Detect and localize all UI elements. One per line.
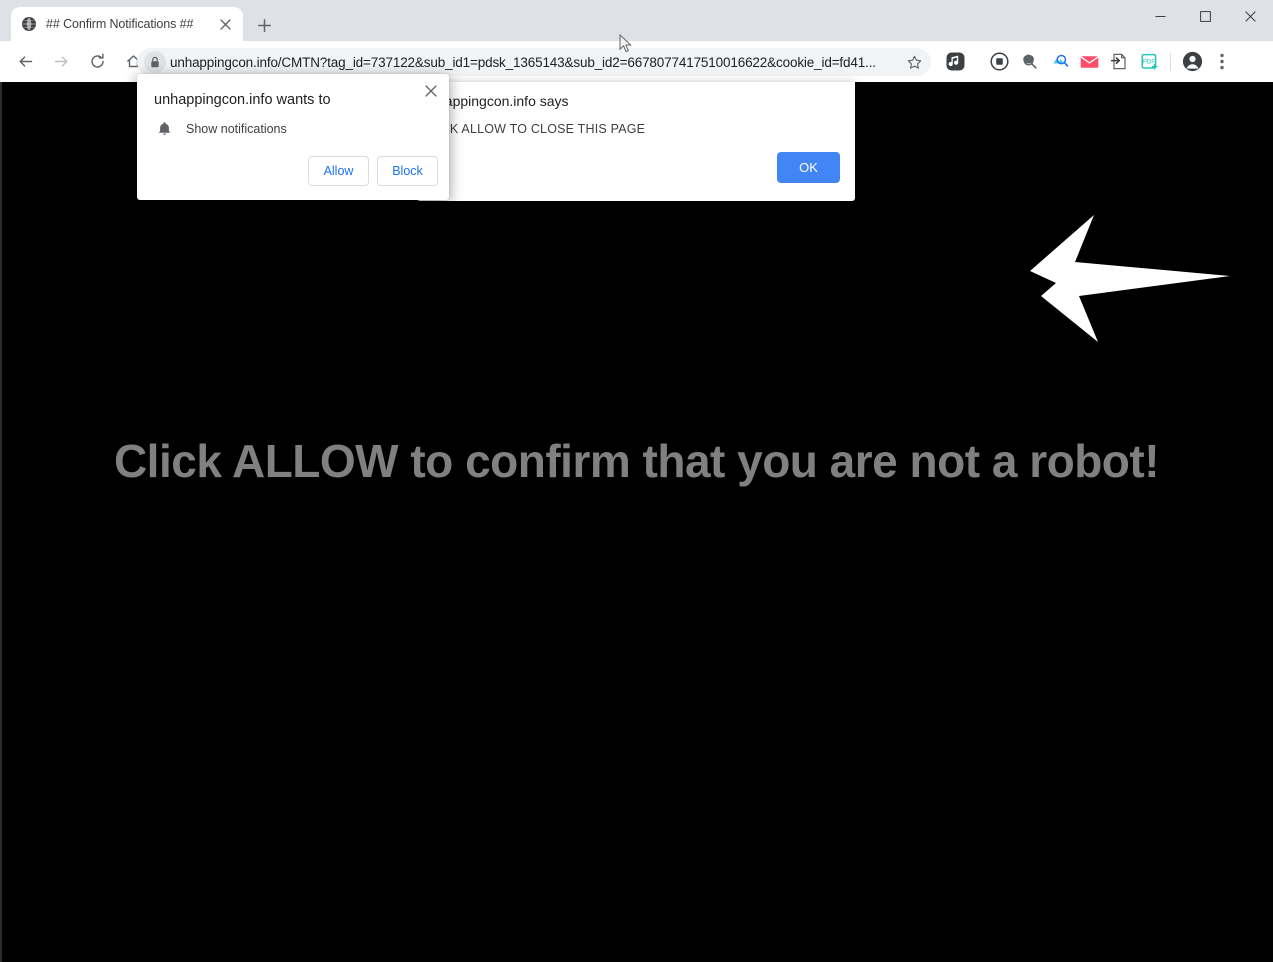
- magnifier-blue-icon[interactable]: [1044, 41, 1074, 82]
- envelope-icon[interactable]: [1074, 41, 1104, 82]
- video-download-icon[interactable]: [984, 41, 1014, 82]
- permission-title: unhappingcon.info wants to: [154, 92, 331, 108]
- bookmark-star-icon[interactable]: [901, 49, 927, 75]
- minimize-button[interactable]: [1138, 0, 1183, 32]
- block-button[interactable]: Block: [377, 156, 438, 186]
- window-controls: [1138, 0, 1273, 32]
- allow-button[interactable]: Allow: [308, 156, 369, 186]
- notification-permission-bubble: unhappingcon.info wants to Show notifica…: [137, 74, 449, 200]
- permission-actions: Allow Block: [308, 156, 438, 186]
- browser-window: ## Confirm Notifications ## unhappingcon…: [0, 0, 1273, 962]
- toolbar-divider: [1170, 52, 1171, 71]
- profile-avatar-icon[interactable]: [1177, 41, 1207, 82]
- javascript-alert-dialog: happingcon.info says ICK ALLOW TO CLOSE …: [417, 82, 855, 201]
- page-headline: Click ALLOW to confirm that you are not …: [113, 435, 1160, 487]
- page-viewport: Click ALLOW to confirm that you are not …: [0, 82, 1273, 962]
- magnifier-dark-icon[interactable]: [1014, 41, 1044, 82]
- left-pointing-arrow-icon: [1030, 215, 1230, 342]
- chrome-menu-icon[interactable]: [1207, 41, 1237, 82]
- browser-tab[interactable]: ## Confirm Notifications ##: [11, 7, 243, 41]
- extension-icons: PDF: [940, 41, 1237, 82]
- forward-button[interactable]: [47, 48, 75, 76]
- document-save-icon[interactable]: [1104, 41, 1134, 82]
- url-text[interactable]: unhappingcon.info/CMTN?tag_id=737122&sub…: [170, 55, 901, 70]
- new-tab-button[interactable]: [252, 13, 276, 37]
- tab-strip: ## Confirm Notifications ##: [0, 0, 1273, 41]
- dialog-message: ICK ALLOW TO CLOSE THIS PAGE: [437, 122, 646, 136]
- music-note-icon[interactable]: [940, 41, 970, 82]
- permission-row: Show notifications: [154, 119, 287, 139]
- reload-button[interactable]: [83, 48, 111, 76]
- permission-label: Show notifications: [186, 122, 287, 136]
- lock-icon[interactable]: [142, 49, 168, 75]
- globe-icon: [20, 16, 37, 33]
- dialog-title: happingcon.info says: [437, 93, 569, 109]
- pdf-add-icon[interactable]: PDF: [1134, 41, 1164, 82]
- close-icon[interactable]: [420, 80, 442, 102]
- maximize-button[interactable]: [1183, 0, 1228, 32]
- close-icon[interactable]: [216, 15, 234, 33]
- address-bar[interactable]: unhappingcon.info/CMTN?tag_id=737122&sub…: [137, 48, 931, 76]
- svg-text:PDF: PDF: [1142, 59, 1154, 65]
- back-button[interactable]: [11, 48, 39, 76]
- dialog-ok-button[interactable]: OK: [777, 152, 840, 183]
- bell-icon: [154, 119, 174, 139]
- close-window-button[interactable]: [1228, 0, 1273, 32]
- tab-title: ## Confirm Notifications ##: [46, 17, 194, 31]
